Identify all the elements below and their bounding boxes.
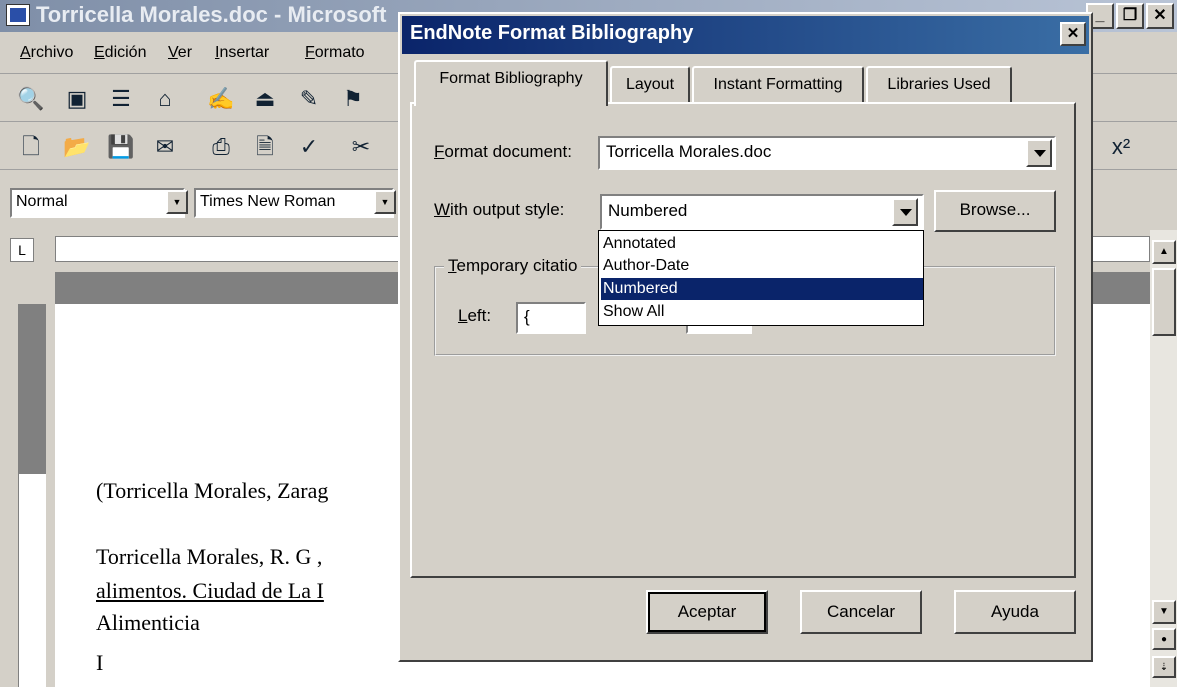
doc-line-1: (Torricella Morales, Zarag: [96, 478, 329, 503]
new-document-icon[interactable]: 🗋: [16, 132, 46, 162]
font-select[interactable]: Times New Roman: [194, 188, 394, 218]
preferences-icon[interactable]: ⚑: [338, 84, 368, 114]
format-document-select[interactable]: Torricella Morales.doc: [598, 136, 1056, 170]
menu-edicion[interactable]: Edición: [94, 44, 146, 62]
tab-stop-icon[interactable]: L: [10, 238, 34, 262]
doc-line-4: Alimenticia: [96, 610, 200, 635]
font-dropdown-icon[interactable]: ▼: [374, 190, 396, 214]
tab-instant-formatting[interactable]: Instant Formatting: [692, 66, 864, 104]
style-option-show-all[interactable]: Show All: [601, 301, 923, 323]
insert-icon[interactable]: ⌂: [150, 84, 180, 114]
save-icon[interactable]: 💾: [106, 132, 136, 162]
tab-format-bibliography[interactable]: Format Bibliography: [414, 60, 608, 106]
dialog-title-bar: EndNote Format Bibliography: [402, 16, 1089, 54]
print-preview-icon[interactable]: 🗎: [250, 132, 280, 162]
next-page-icon[interactable]: ⇣: [1152, 656, 1176, 678]
unformat-icon[interactable]: ✎: [294, 84, 324, 114]
left-delimiter-input[interactable]: {: [516, 302, 586, 334]
doc-line-2: Torricella Morales, R. G ,: [96, 544, 323, 569]
scroll-down-icon[interactable]: ▼: [1152, 600, 1176, 624]
format-document-dropdown-icon[interactable]: [1026, 139, 1052, 167]
dialog-title: EndNote Format Bibliography: [410, 22, 694, 44]
word-document-icon[interactable]: [6, 4, 30, 26]
output-style-select[interactable]: Numbered: [600, 194, 924, 230]
vertical-ruler-margin: [18, 304, 46, 474]
doc-line-3: alimentos. Ciudad de La I: [96, 578, 324, 603]
menu-ver[interactable]: Ver: [168, 44, 192, 62]
dialog-close-icon[interactable]: ✕: [1060, 22, 1086, 46]
text-cursor: I: [96, 650, 104, 675]
endnote-icon[interactable]: ▣: [62, 84, 92, 114]
close-icon[interactable]: ✕: [1146, 3, 1174, 29]
superscript-icon[interactable]: x²: [1106, 132, 1136, 162]
previous-page-icon[interactable]: ●: [1152, 628, 1176, 650]
restore-icon[interactable]: ❐: [1116, 3, 1144, 29]
spelling-icon[interactable]: ✓: [294, 132, 324, 162]
scroll-thumb[interactable]: [1152, 268, 1176, 336]
style-option-author-date[interactable]: Author-Date: [601, 255, 923, 277]
output-style-dropdown-icon[interactable]: [892, 198, 918, 226]
tab-libraries-used[interactable]: Libraries Used: [866, 66, 1012, 104]
scroll-up-icon[interactable]: ▲: [1152, 240, 1176, 264]
cancel-button[interactable]: Cancelar: [800, 590, 922, 634]
format-document-label: Format document:: [434, 142, 572, 161]
word-window-title: Torricella Morales.doc - Microsoft: [36, 2, 387, 27]
open-folder-icon[interactable]: 📂: [62, 132, 92, 162]
menu-formato[interactable]: Formato: [305, 44, 365, 62]
left-delimiter-label: Left:: [458, 306, 492, 325]
tab-layout[interactable]: Layout: [610, 66, 690, 104]
cut-icon[interactable]: ✂: [346, 132, 376, 162]
output-style-label: With output style:: [434, 200, 565, 219]
style-option-annotated[interactable]: Annotated: [601, 233, 923, 255]
list-icon[interactable]: ☰: [106, 84, 136, 114]
style-option-numbered[interactable]: Numbered: [601, 278, 923, 300]
format-bib-icon[interactable]: ⏏: [250, 84, 280, 114]
browse-button[interactable]: Browse...: [934, 190, 1056, 232]
find-citation-icon[interactable]: 🔍: [16, 84, 46, 114]
menu-insertar[interactable]: Insertar: [215, 44, 269, 62]
email-icon[interactable]: ✉: [150, 132, 180, 162]
menu-archivo[interactable]: Archivo: [20, 44, 73, 62]
help-button[interactable]: Ayuda: [954, 590, 1076, 634]
ok-button[interactable]: Aceptar: [646, 590, 768, 634]
edit-citation-icon[interactable]: ✍: [206, 84, 236, 114]
print-icon[interactable]: ⎙: [206, 132, 236, 162]
temporary-citation-label: Temporary citatio: [444, 256, 582, 276]
style-select[interactable]: Normal: [10, 188, 185, 218]
output-style-dropdown-list: Annotated Author-Date Numbered Show All: [598, 230, 924, 326]
style-dropdown-icon[interactable]: ▼: [166, 190, 188, 214]
